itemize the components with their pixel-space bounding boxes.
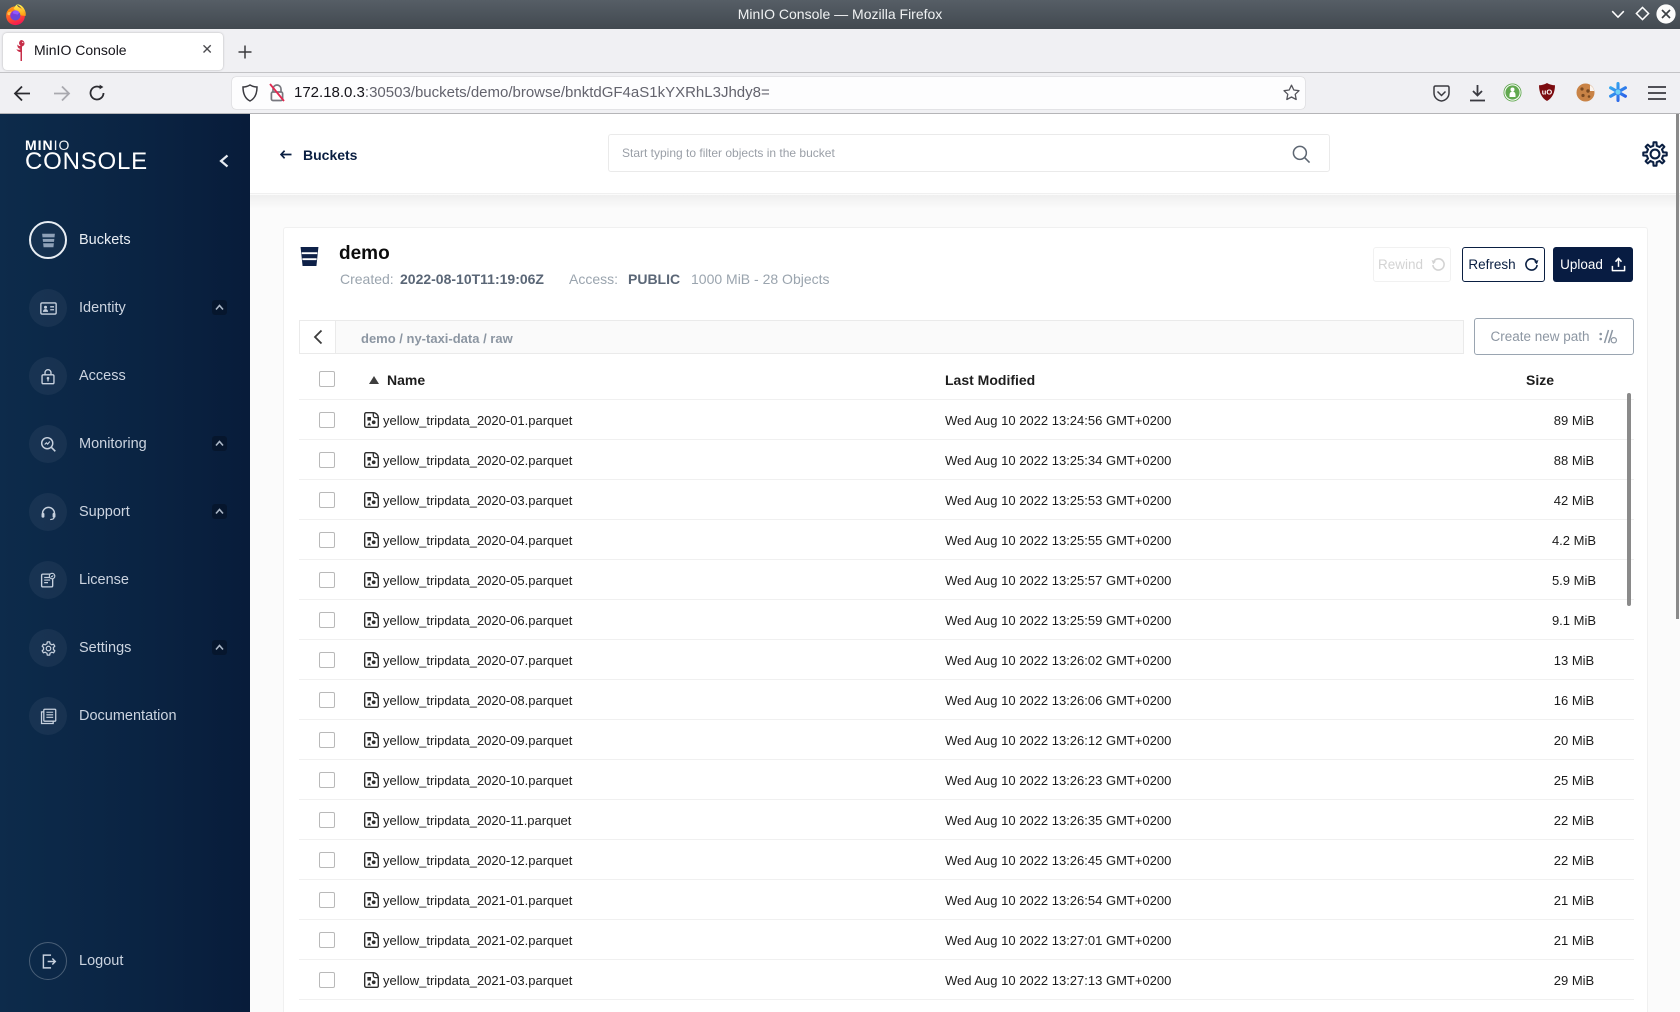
svg-text:uO: uO [1542,88,1553,97]
